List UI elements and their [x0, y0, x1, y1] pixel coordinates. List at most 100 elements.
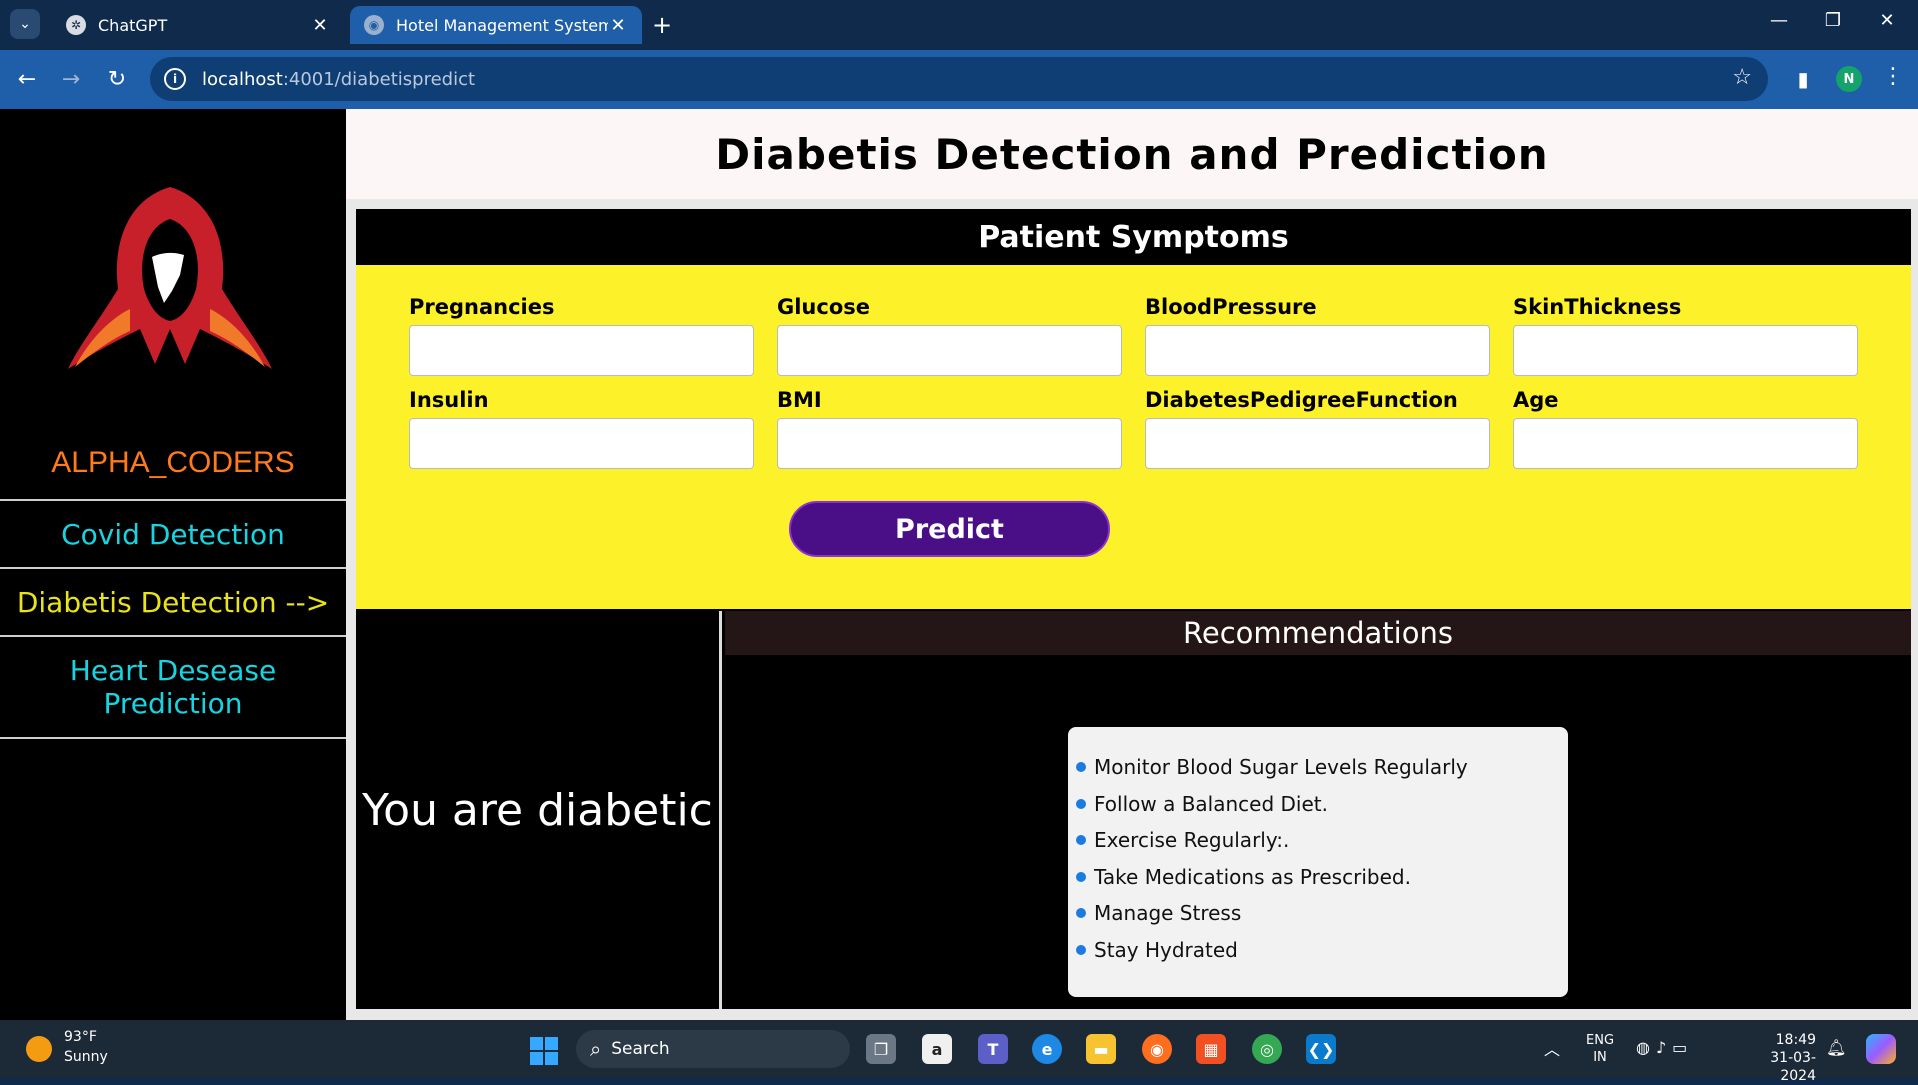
- tab-hotel-management-system[interactable]: ◉ Hotel Management System ✕: [350, 6, 642, 44]
- recommendation-text: Manage Stress: [1094, 901, 1242, 926]
- profile-avatar[interactable]: N: [1836, 66, 1862, 92]
- result-panel: You are diabetic: [356, 611, 722, 1009]
- search-label: Search: [611, 1039, 670, 1059]
- bloodpressure-input[interactable]: [1145, 325, 1490, 376]
- vscode-icon[interactable]: ❮❯: [1306, 1034, 1336, 1064]
- recommendation-text: Take Medications as Prescribed.: [1094, 864, 1411, 889]
- system-tray-icons[interactable]: ◍♪▭: [1636, 1038, 1693, 1057]
- field-glucose: Glucose: [777, 295, 1122, 376]
- tab-title: ChatGPT: [98, 15, 168, 35]
- nav-item-label: Heart Desease Prediction: [69, 654, 277, 720]
- symptoms-form: Pregnancies Glucose BloodPressure SkinTh…: [356, 265, 1911, 609]
- nav-diabetis-detection[interactable]: Diabetis Detection -->: [0, 567, 346, 635]
- sun-icon[interactable]: [26, 1036, 52, 1062]
- close-window-icon[interactable]: ✕: [1872, 10, 1902, 31]
- minimize-icon[interactable]: —: [1764, 10, 1794, 31]
- search-icon: ⌕: [590, 1037, 602, 1061]
- bullet-icon: [1076, 944, 1086, 955]
- taskbar-search[interactable]: ⌕ Search: [576, 1030, 850, 1068]
- weather-temperature[interactable]: 93°F: [64, 1029, 97, 1045]
- bullet-icon: [1076, 835, 1086, 846]
- nav-item-label: Covid Detection: [61, 517, 285, 551]
- recommendation-text: Follow a Balanced Diet.: [1094, 791, 1328, 816]
- back-arrow-icon[interactable]: ←: [12, 64, 42, 94]
- list-item: Manage Stress: [1076, 895, 1558, 932]
- close-tab-icon[interactable]: ✕: [310, 15, 330, 36]
- field-label: Age: [1513, 388, 1559, 412]
- copilot-icon[interactable]: [1866, 1034, 1896, 1064]
- firefox-icon[interactable]: ◉: [1142, 1034, 1172, 1064]
- os-taskbar: 93°F Sunny ⌕ Search ❐ a T e ▬ ◉ ▦ ◎ ❮❯ ︿…: [0, 1020, 1918, 1084]
- amazon-app-icon[interactable]: a: [922, 1034, 952, 1064]
- page-viewport: ALPHA_CODERS Covid Detection Diabetis De…: [0, 109, 1918, 1020]
- file-explorer-icon[interactable]: ▬: [1086, 1034, 1116, 1064]
- site-info-icon[interactable]: i: [164, 68, 186, 90]
- new-tab-button[interactable]: +: [652, 11, 672, 39]
- page-title: Diabetis Detection and Prediction: [715, 129, 1549, 179]
- sidebar: ALPHA_CODERS Covid Detection Diabetis De…: [0, 109, 346, 1020]
- field-pregnancies: Pregnancies: [409, 295, 754, 376]
- clock[interactable]: 18:49 31-03-2024: [1736, 1031, 1816, 1085]
- field-label: DiabetesPedigreeFunction: [1145, 388, 1458, 412]
- edge-icon[interactable]: e: [1032, 1034, 1062, 1064]
- field-label: BMI: [777, 388, 822, 412]
- task-view-icon[interactable]: ❐: [866, 1034, 896, 1064]
- teams-icon[interactable]: T: [978, 1034, 1008, 1064]
- glucose-input[interactable]: [777, 325, 1122, 376]
- store-icon[interactable]: ▦: [1196, 1034, 1226, 1064]
- windows-start-icon[interactable]: [530, 1037, 558, 1065]
- tab-search-button[interactable]: ⌄: [10, 9, 40, 39]
- prediction-panel: Patient Symptoms Pregnancies Glucose Blo…: [356, 209, 1911, 1009]
- restore-icon[interactable]: ❐: [1818, 10, 1848, 31]
- recommendations-list: Monitor Blood Sugar Levels Regularly Fol…: [1068, 727, 1568, 997]
- field-bloodpressure: BloodPressure: [1145, 295, 1490, 376]
- bullet-icon: [1076, 798, 1086, 809]
- list-item: Monitor Blood Sugar Levels Regularly: [1076, 749, 1558, 786]
- field-diabetespedigreefunction: DiabetesPedigreeFunction: [1145, 388, 1490, 469]
- notification-bell-icon[interactable]: 🔔︎: [1826, 1038, 1846, 1057]
- nav-covid-detection[interactable]: Covid Detection: [0, 499, 346, 567]
- field-label: Insulin: [409, 388, 489, 412]
- globe-favicon-icon: ◉: [364, 15, 384, 35]
- page-header: Diabetis Detection and Prediction: [346, 109, 1918, 199]
- chrome-icon[interactable]: ◎: [1252, 1034, 1282, 1064]
- clock-time: 18:49: [1775, 1032, 1816, 1048]
- list-item: Follow a Balanced Diet.: [1076, 786, 1558, 823]
- browser-tab-bar: ⌄ ✲ ChatGPT ✕ ◉ Hotel Management System …: [0, 0, 1918, 50]
- tab-title: Hotel Management System: [396, 15, 608, 35]
- main-content: Diabetis Detection and Prediction Patien…: [346, 109, 1918, 1020]
- nav-heart-desease-prediction[interactable]: Heart Desease Prediction: [0, 635, 346, 739]
- age-input[interactable]: [1513, 418, 1858, 469]
- list-item: Take Medications as Prescribed.: [1076, 859, 1558, 896]
- skinthickness-input[interactable]: [1513, 325, 1858, 376]
- recommendation-text: Stay Hydrated: [1094, 937, 1238, 962]
- address-bar[interactable]: i localhost:4001/diabetispredict ☆: [150, 57, 1768, 101]
- language-code: ENG: [1586, 1033, 1615, 1048]
- url-text: localhost:4001/diabetispredict: [202, 69, 475, 90]
- list-item: Exercise Regularly:.: [1076, 822, 1558, 859]
- reload-icon[interactable]: ↻: [102, 64, 132, 94]
- close-tab-icon[interactable]: ✕: [608, 15, 628, 36]
- weather-description[interactable]: Sunny: [64, 1049, 108, 1065]
- bullet-icon: [1076, 762, 1086, 773]
- browser-toolbar: ← → ↻ i localhost:4001/diabetispredict ☆…: [0, 50, 1918, 109]
- region-code: IN: [1593, 1050, 1607, 1065]
- nav-item-label: Diabetis Detection -->: [16, 585, 330, 619]
- chevron-up-icon[interactable]: ︿: [1544, 1036, 1560, 1060]
- menu-kebab-icon[interactable]: ⋮: [1878, 64, 1908, 89]
- insulin-input[interactable]: [409, 418, 754, 469]
- field-label: Glucose: [777, 295, 871, 319]
- field-age: Age: [1513, 388, 1858, 469]
- bookmark-star-icon[interactable]: ☆: [1732, 65, 1752, 90]
- list-item: Stay Hydrated: [1076, 932, 1558, 969]
- form-title: Patient Symptoms: [978, 219, 1289, 255]
- predict-button[interactable]: Predict: [789, 501, 1110, 557]
- tab-chatgpt[interactable]: ✲ ChatGPT ✕: [52, 6, 344, 44]
- diabetespedigreefunction-input[interactable]: [1145, 418, 1490, 469]
- pregnancies-input[interactable]: [409, 325, 754, 376]
- result-area: You are diabetic Recommendations Monitor…: [356, 611, 1911, 1009]
- side-panel-icon[interactable]: ▮: [1788, 64, 1818, 94]
- language-indicator[interactable]: ENG IN: [1586, 1032, 1614, 1066]
- forward-arrow-icon[interactable]: →: [56, 64, 86, 94]
- bmi-input[interactable]: [777, 418, 1122, 469]
